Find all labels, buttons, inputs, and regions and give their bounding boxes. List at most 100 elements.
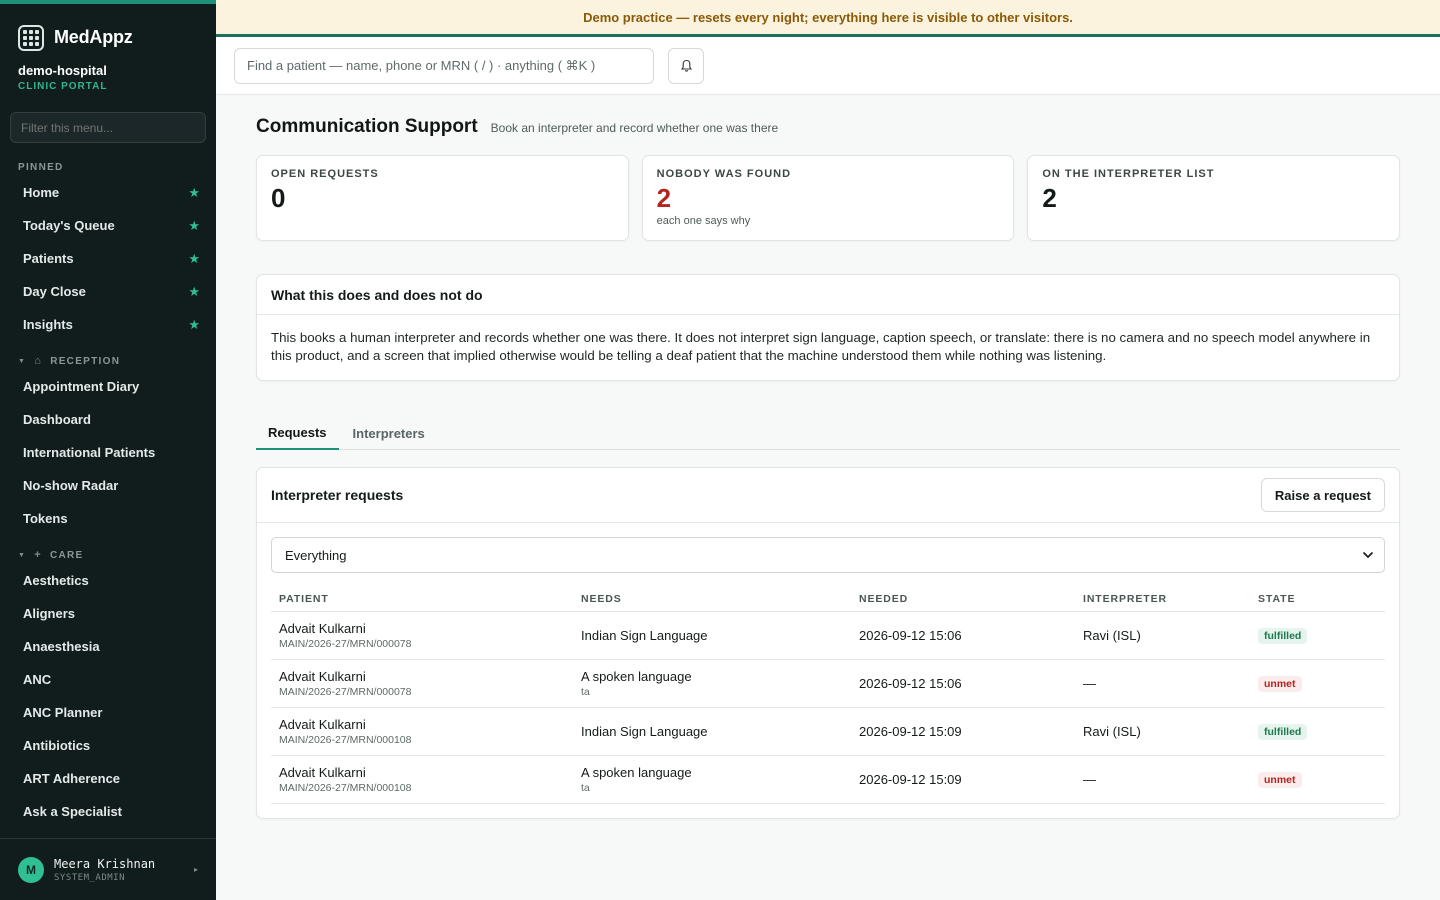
column-header-needed: NEEDED xyxy=(851,587,1075,612)
sidebar-item-label: International Patients xyxy=(23,445,156,460)
sidebar-item-home[interactable]: Home ★ xyxy=(0,176,216,209)
star-icon[interactable]: ★ xyxy=(188,218,200,234)
requests-card-body: Everything PATIENT NEEDS NEEDED INTERPRE… xyxy=(257,523,1399,818)
column-header-patient: PATIENT xyxy=(271,587,573,612)
brand[interactable]: MedAppz xyxy=(0,4,216,56)
patient-search-input[interactable]: Find a patient — name, phone or MRN ( / … xyxy=(234,47,654,84)
pinned-section-label: PINNED xyxy=(18,162,64,173)
stat-value: 0 xyxy=(271,183,286,213)
sidebar-item-anaesthesia[interactable]: Anaesthesia xyxy=(0,630,216,663)
cell-state: fulfilled xyxy=(1250,611,1385,660)
menu-filter-input[interactable] xyxy=(10,112,206,143)
patient-mrn: MAIN/2026-27/MRN/000078 xyxy=(279,685,412,698)
sidebar-item-appointment-diary[interactable]: Appointment Diary xyxy=(0,370,216,403)
sidebar-item-label: ANC xyxy=(23,672,52,687)
sidebar-item-dashboard[interactable]: Dashboard xyxy=(0,403,216,436)
cell-needed: 2026-09-12 15:09 xyxy=(851,707,1075,756)
user-name: Meera Krishnan xyxy=(54,856,156,871)
status-badge: fulfilled xyxy=(1258,723,1308,740)
table-row[interactable]: Advait Kulkarni MAIN/2026-27/MRN/000078 I… xyxy=(271,611,1385,660)
info-title: What this does and does not do xyxy=(257,275,1399,315)
patient-name: Advait Kulkarni xyxy=(279,764,366,780)
sidebar-item-aligners[interactable]: Aligners xyxy=(0,597,216,630)
star-icon[interactable]: ★ xyxy=(188,284,200,300)
demo-banner-text: Demo practice — resets every night; ever… xyxy=(583,9,1073,25)
state-filter-select[interactable]: Everything xyxy=(271,537,1385,573)
cell-patient: Advait Kulkarni MAIN/2026-27/MRN/000078 xyxy=(271,659,573,708)
sidebar-item-patients[interactable]: Patients ★ xyxy=(0,242,216,275)
sidebar-item-label: No-show Radar xyxy=(23,478,119,493)
cell-interpreter: Ravi (ISL) xyxy=(1075,707,1250,756)
care-list: Aesthetics Aligners Anaesthesia ANC ANC … xyxy=(0,564,216,828)
reception-list: Appointment Diary Dashboard Internationa… xyxy=(0,370,216,535)
org-info: demo-hospital CLINIC PORTAL xyxy=(0,56,216,92)
sidebar-item-anc-planner[interactable]: ANC Planner xyxy=(0,696,216,729)
raise-request-button[interactable]: Raise a request xyxy=(1260,478,1385,512)
sidebar-item-label: Home xyxy=(23,185,60,200)
sidebar-item-anc[interactable]: ANC xyxy=(0,663,216,696)
sidebar-item-todays-queue[interactable]: Today's Queue ★ xyxy=(0,209,216,242)
group-label: RECEPTION xyxy=(50,355,121,367)
patient-name: Advait Kulkarni xyxy=(279,668,366,684)
sidebar-item-international-patients[interactable]: International Patients xyxy=(0,436,216,469)
table-row[interactable]: Advait Kulkarni MAIN/2026-27/MRN/000108 I… xyxy=(271,707,1385,756)
avatar: M xyxy=(18,856,44,883)
page-header: Communication Support Book an interprete… xyxy=(256,116,1400,138)
tab-interpreters[interactable]: Interpreters xyxy=(341,416,437,450)
stat-note: each one says why xyxy=(656,215,751,227)
requests-card: Interpreter requests Raise a request Eve… xyxy=(256,467,1400,819)
org-subtitle: CLINIC PORTAL xyxy=(18,81,108,92)
caret-down-icon: ▼ xyxy=(18,357,27,365)
stat-label: OPEN REQUESTS xyxy=(271,168,379,180)
patient-name: Advait Kulkarni xyxy=(279,620,366,636)
sidebar-item-ask-a-specialist[interactable]: Ask a Specialist xyxy=(0,795,216,828)
stat-value: 2 xyxy=(656,183,672,213)
group-label: CARE xyxy=(49,549,84,561)
cell-needed: 2026-09-12 15:06 xyxy=(851,611,1075,660)
sidebar-item-no-show-radar[interactable]: No-show Radar xyxy=(0,469,216,502)
stats-row: OPEN REQUESTS 0 NOBODY WAS FOUND 2 each … xyxy=(256,155,1401,241)
sidebar-item-label: Insights xyxy=(23,317,73,332)
sidebar-item-label: Appointment Diary xyxy=(23,379,140,394)
cell-needs: A spoken language ta xyxy=(573,659,851,708)
patient-mrn: MAIN/2026-27/MRN/000108 xyxy=(279,733,412,746)
brand-name: MedAppz xyxy=(54,27,133,47)
patient-name: Advait Kulkarni xyxy=(279,716,366,732)
sidebar-item-label: Tokens xyxy=(23,511,68,526)
cell-needs: Indian Sign Language xyxy=(573,611,851,660)
group-care-toggle[interactable]: ▼ + CARE xyxy=(0,549,216,561)
cell-patient: Advait Kulkarni MAIN/2026-27/MRN/000078 xyxy=(271,611,573,660)
tab-requests[interactable]: Requests xyxy=(256,416,339,450)
plus-icon: + xyxy=(34,549,42,561)
sidebar: MedAppz demo-hospital CLINIC PORTAL PINN… xyxy=(0,0,216,900)
table-row[interactable]: Advait Kulkarni MAIN/2026-27/MRN/000078 A… xyxy=(271,659,1385,708)
sidebar-item-aesthetics[interactable]: Aesthetics xyxy=(0,564,216,597)
user-info: Meera Krishnan SYSTEM_ADMIN xyxy=(54,857,155,883)
sidebar-item-label: Day Close xyxy=(23,284,86,299)
table-header-row: PATIENT NEEDS NEEDED INTERPRETER STATE xyxy=(271,587,1385,612)
notifications-button[interactable] xyxy=(668,47,704,84)
caret-down-icon: ▼ xyxy=(18,551,27,559)
cell-interpreter: — xyxy=(1075,755,1250,804)
cell-state: unmet xyxy=(1250,659,1385,708)
state-filter-value: Everything xyxy=(285,547,347,563)
group-reception-toggle[interactable]: ▼ ⌂ RECEPTION xyxy=(0,355,216,367)
patient-mrn: MAIN/2026-27/MRN/000078 xyxy=(279,637,412,650)
main-content: Communication Support Book an interprete… xyxy=(256,95,1401,819)
home-icon: ⌂ xyxy=(34,355,43,367)
user-menu[interactable]: M Meera Krishnan SYSTEM_ADMIN ▸ xyxy=(0,838,216,900)
sidebar-item-antibiotics[interactable]: Antibiotics xyxy=(0,729,216,762)
sidebar-item-day-close[interactable]: Day Close ★ xyxy=(0,275,216,308)
sidebar-item-insights[interactable]: Insights ★ xyxy=(0,308,216,341)
star-icon[interactable]: ★ xyxy=(188,317,200,333)
star-icon[interactable]: ★ xyxy=(188,251,200,267)
sidebar-item-tokens[interactable]: Tokens xyxy=(0,502,216,535)
sidebar-item-art-adherence[interactable]: ART Adherence xyxy=(0,762,216,795)
table-row[interactable]: Advait Kulkarni MAIN/2026-27/MRN/000108 A… xyxy=(271,755,1385,804)
column-header-interpreter: INTERPRETER xyxy=(1075,587,1250,612)
sidebar-item-label: Aesthetics xyxy=(23,573,89,588)
cell-needed: 2026-09-12 15:09 xyxy=(851,755,1075,804)
status-badge: fulfilled xyxy=(1258,627,1308,644)
pinned-list: Home ★ Today's Queue ★ Patients ★ Day Close… xyxy=(0,176,216,341)
star-icon[interactable]: ★ xyxy=(188,185,200,201)
